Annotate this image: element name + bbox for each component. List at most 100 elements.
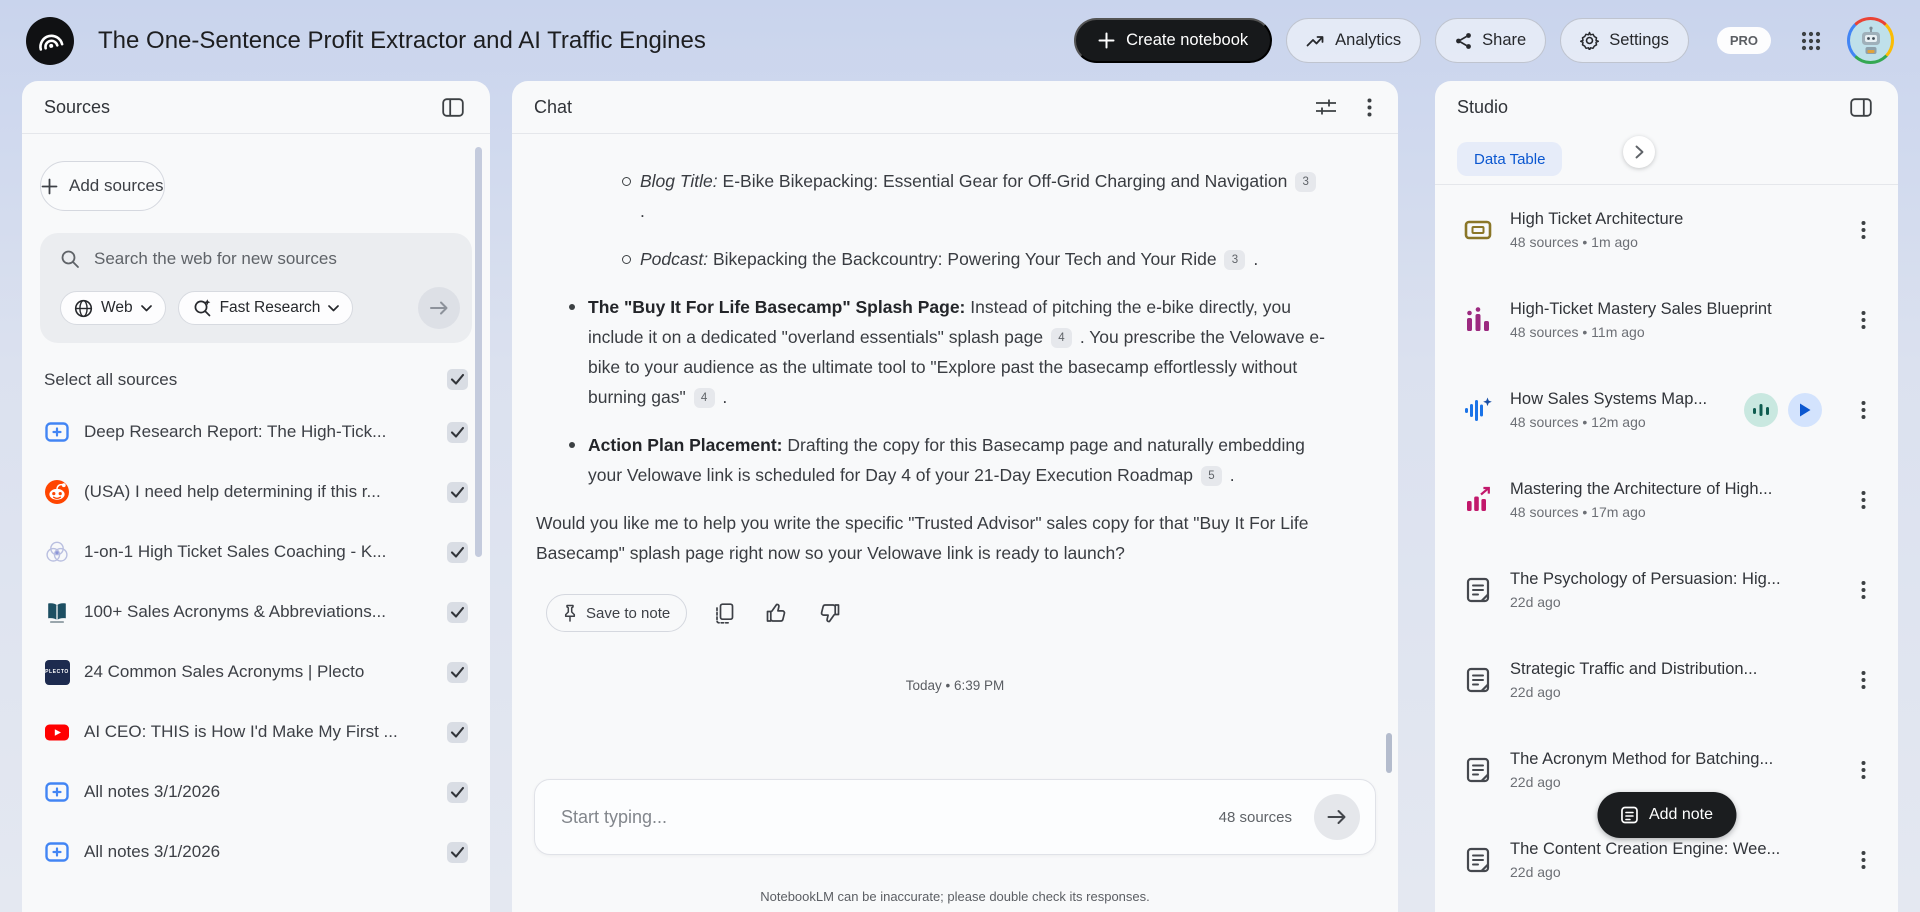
chat-text-segment: . <box>1224 465 1235 485</box>
source-checkbox[interactable] <box>447 541 468 563</box>
source-list-item[interactable]: (USA) I need help determining if this r.… <box>22 462 490 522</box>
studio-item-title: How Sales Systems Map... <box>1510 390 1708 408</box>
chat-more-menu-icon[interactable] <box>1363 94 1376 121</box>
add-note-button[interactable]: Add note <box>1596 792 1737 838</box>
studio-item-more-menu-icon[interactable] <box>1857 307 1870 334</box>
collapse-sources-panel-icon[interactable] <box>438 94 468 121</box>
chat-settings-tune-icon[interactable] <box>1311 94 1341 120</box>
studio-panel: Studio Data Table High Ticket Architectu… <box>1435 81 1898 912</box>
source-checkbox[interactable] <box>447 841 468 863</box>
studio-list-item[interactable]: The Psychology of Persuasion: Hig... 22d… <box>1435 545 1898 635</box>
source-title: 24 Common Sales Acronyms | Plecto <box>84 662 365 681</box>
chat-timestamp: Today • 6:39 PM <box>905 678 1005 693</box>
save-to-note-label: Save to note <box>586 604 671 622</box>
share-label: Share <box>1482 31 1527 49</box>
book-icon <box>44 599 70 625</box>
analytics-button[interactable]: Analytics <box>1286 18 1422 63</box>
source-list-item[interactable]: All notes 3/1/2026 <box>22 822 490 882</box>
web-source-type-dropdown[interactable]: Web <box>60 291 166 325</box>
share-button[interactable]: Share <box>1435 18 1547 63</box>
google-apps-grid-icon[interactable] <box>1801 31 1821 51</box>
source-list-item[interactable]: 1-on-1 High Ticket Sales Coaching - K... <box>22 522 490 582</box>
chat-message-area: Blog Title: E-Bike Bikepacking: Essentia… <box>512 134 1398 568</box>
chat-input-bar: 48 sources <box>534 779 1376 855</box>
thumbs-down-icon[interactable] <box>815 599 844 627</box>
fast-research-label: Fast Research <box>219 299 321 316</box>
research-sparkle-icon <box>192 298 212 318</box>
source-list-item[interactable]: All notes 3/1/2026 <box>22 762 490 822</box>
chat-scrollbar[interactable] <box>1386 733 1392 773</box>
citation-chip[interactable]: 3 <box>1295 172 1317 192</box>
account-avatar[interactable] <box>1847 17 1894 64</box>
source-list-item[interactable]: Deep Research Report: The High-Tick... <box>22 402 490 462</box>
chart-pink-icon <box>1461 484 1495 516</box>
notebook-title[interactable]: The One-Sentence Profit Extractor and AI… <box>98 27 706 55</box>
source-checkbox[interactable] <box>447 781 468 803</box>
studio-item-more-menu-icon[interactable] <box>1857 397 1870 424</box>
collapse-studio-panel-icon[interactable] <box>1846 94 1876 121</box>
thumbs-up-icon[interactable] <box>762 599 791 627</box>
select-all-checkbox[interactable] <box>447 369 468 390</box>
analytics-label: Analytics <box>1335 31 1402 49</box>
studio-item-more-menu-icon[interactable] <box>1857 577 1870 604</box>
search-input[interactable] <box>94 249 460 269</box>
source-list-item[interactable]: AI CEO: THIS is How I'd Make My First ..… <box>22 702 490 762</box>
studio-list-item[interactable]: Strategic Traffic and Distribution... 22… <box>1435 635 1898 725</box>
top-header: The One-Sentence Profit Extractor and AI… <box>0 0 1920 81</box>
studio-panel-title: Studio <box>1457 97 1509 117</box>
chevron-down-icon <box>140 304 152 312</box>
sources-list: Deep Research Report: The High-Tick... (… <box>22 402 490 882</box>
fast-research-dropdown[interactable]: Fast Research <box>177 291 354 325</box>
studio-list-item[interactable]: High-Ticket Mastery Sales Blueprint 48 s… <box>1435 275 1898 365</box>
studio-item-more-menu-icon[interactable] <box>1857 217 1870 244</box>
copy-icon[interactable] <box>711 599 738 628</box>
studio-list-item[interactable]: Mastering the Architecture of High... 48… <box>1435 455 1898 545</box>
studio-item-more-menu-icon[interactable] <box>1857 667 1870 694</box>
source-list-item[interactable]: PLECTO 24 Common Sales Acronyms | Plecto <box>22 642 490 702</box>
studio-list-item[interactable]: How Sales Systems Map... 48 sources • 12… <box>1435 365 1898 455</box>
source-checkbox[interactable] <box>447 721 468 743</box>
studio-item-meta: 22d ago <box>1510 684 1561 700</box>
add-sources-button[interactable]: Add sources <box>40 161 165 211</box>
youtube-icon <box>44 719 70 745</box>
source-title: 100+ Sales Acronyms & Abbreviations... <box>84 602 386 621</box>
studio-item-more-menu-icon[interactable] <box>1857 487 1870 514</box>
play-audio-button[interactable] <box>1788 393 1822 427</box>
studio-item-more-menu-icon[interactable] <box>1857 847 1870 874</box>
settings-button[interactable]: Settings <box>1560 18 1689 63</box>
audio-icon <box>1461 394 1495 426</box>
source-checkbox[interactable] <box>447 421 468 443</box>
data-table-chip[interactable]: Data Table <box>1457 142 1563 176</box>
search-submit-button[interactable] <box>418 287 460 329</box>
trending-up-icon <box>1306 34 1325 48</box>
source-title: AI CEO: THIS is How I'd Make My First ..… <box>84 722 398 741</box>
studio-item-meta: 22d ago <box>1510 864 1561 880</box>
citation-chip[interactable]: 5 <box>1200 466 1222 486</box>
studio-item-meta: 48 sources • 11m ago <box>1510 324 1645 340</box>
studio-list-item[interactable]: High Ticket Architecture 48 sources • 1m… <box>1435 185 1898 275</box>
source-checkbox[interactable] <box>447 661 468 683</box>
studio-item-more-menu-icon[interactable] <box>1857 757 1870 784</box>
studio-item-title: Mastering the Architecture of High... <box>1510 480 1773 498</box>
studio-item-meta: 22d ago <box>1510 594 1561 610</box>
source-list-item[interactable]: 100+ Sales Acronyms & Abbreviations... <box>22 582 490 642</box>
source-title: 1-on-1 High Ticket Sales Coaching - K... <box>84 542 387 561</box>
create-notebook-button[interactable]: Create notebook <box>1074 18 1273 63</box>
chat-input[interactable] <box>561 806 1219 828</box>
citation-chip[interactable]: 4 <box>1050 328 1072 348</box>
sources-panel: Sources Add sources Search the web for n… <box>22 81 490 912</box>
send-message-button[interactable] <box>1314 794 1360 840</box>
plecto-icon: PLECTO <box>44 659 70 685</box>
sources-scrollbar[interactable] <box>475 147 482 557</box>
save-to-note-button[interactable]: Save to note <box>546 594 688 632</box>
citation-chip[interactable]: 4 <box>693 388 715 408</box>
source-title: Deep Research Report: The High-Tick... <box>84 422 387 441</box>
chat-message-block: Podcast: Bikepacking the Backcountry: Po… <box>536 244 1326 274</box>
citation-chip[interactable]: 3 <box>1224 250 1246 270</box>
source-checkbox[interactable] <box>447 601 468 623</box>
source-title: All notes 3/1/2026 <box>84 842 221 861</box>
interactive-mode-button[interactable] <box>1744 393 1778 427</box>
source-checkbox[interactable] <box>447 481 468 503</box>
notebooklm-logo-icon[interactable] <box>26 16 74 65</box>
chip-scroll-right-button[interactable] <box>1623 136 1655 168</box>
